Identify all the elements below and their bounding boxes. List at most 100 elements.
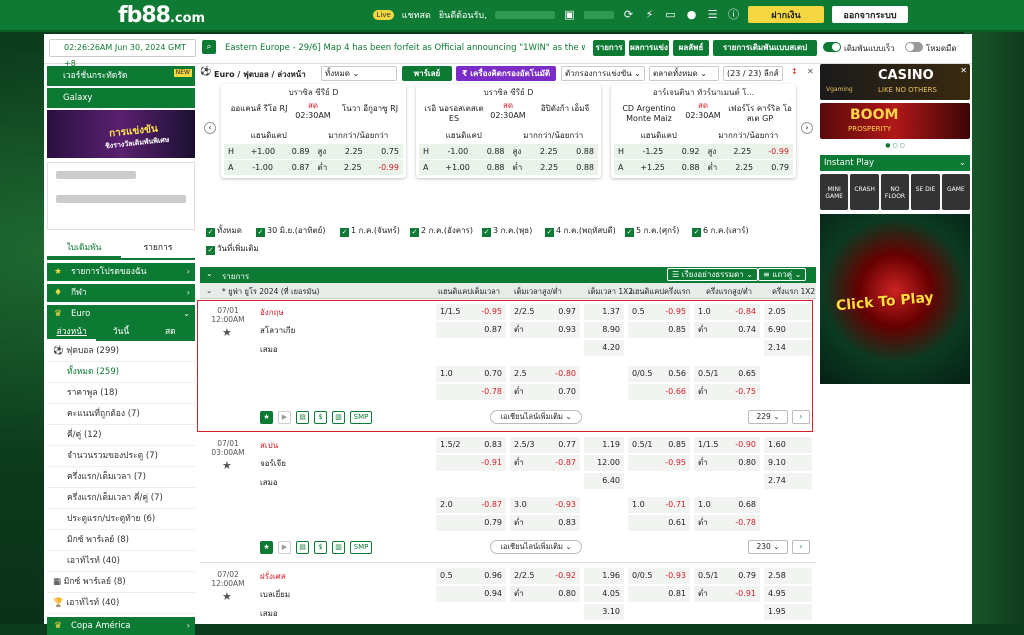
- odds-cell[interactable]: 4.05: [584, 586, 624, 602]
- stats-table-icon[interactable]: ▤: [296, 541, 309, 554]
- date-filter-wed[interactable]: ✓ 3 ก.ค.(พุธ): [482, 224, 532, 237]
- euro-section[interactable]: ♛ Euro ⌄: [47, 305, 195, 323]
- sort-dropdown[interactable]: ☰ เรียงอย่างธรรมดา ⌄: [667, 268, 758, 281]
- game-tile[interactable]: SE DIE: [911, 174, 940, 210]
- league-count[interactable]: (23 / 23) ลีกส์: [723, 66, 783, 81]
- odds-cell[interactable]: 1.0 -0.71: [628, 497, 690, 513]
- results-button[interactable]: ผลการแข่ง: [629, 40, 669, 56]
- chevron-left-icon[interactable]: ‹: [204, 122, 216, 134]
- chat-link[interactable]: แชทสด: [402, 8, 431, 22]
- casino-banner[interactable]: Vgaming CASINO LIKE NO OTHERS ✕: [820, 64, 970, 100]
- live-card-2[interactable]: บราซิล ซีรีย์ D เรอิ นอรอสเตสเต ES สด 02:3…: [416, 84, 601, 178]
- chart-icon[interactable]: ▥: [332, 541, 345, 554]
- sidebar-item-correct-score[interactable]: คะแนนที่ถูกต้อง (7): [47, 404, 195, 425]
- date-filter-thu[interactable]: ✓ 4 ก.ค.(พฤหัสบดี): [545, 224, 616, 237]
- odds-cell[interactable]: 0/0.5 -0.93: [628, 568, 690, 584]
- date-filter-tue[interactable]: ✓ 2 ก.ค.(อังคาร): [410, 224, 473, 237]
- user-icon[interactable]: ●: [685, 8, 698, 21]
- odds-cell[interactable]: ต่ำ -0.91: [694, 586, 760, 602]
- chevron-right-icon[interactable]: ›: [801, 122, 813, 134]
- sidebar-item-odd-even[interactable]: คี่/คู่ (12): [47, 425, 195, 446]
- app-icon[interactable]: ▭: [664, 8, 677, 21]
- game-tile[interactable]: GAME: [941, 174, 971, 210]
- odds-cell[interactable]: 6.40: [584, 473, 624, 489]
- close-icon[interactable]: ✕: [807, 67, 814, 76]
- match-filter-dropdown[interactable]: ตัวกรองการแข่งขัน ⌄: [561, 66, 645, 81]
- odds-cell[interactable]: 1.19: [584, 437, 624, 453]
- date-filter-sun[interactable]: ✓ 30 มิ.ย.(อาทิตย์): [256, 224, 325, 237]
- odds-cell[interactable]: ต่ำ 0.80: [510, 586, 580, 602]
- game-tile[interactable]: CRASH: [850, 174, 879, 210]
- odds-cell[interactable]: -0.95: [628, 455, 690, 471]
- search-icon[interactable]: ⌕: [202, 40, 216, 54]
- odds-cell[interactable]: ต่ำ 0.80: [694, 455, 760, 471]
- live-card-3[interactable]: อาร์เจนตินา ทัวร์นาเมนต์ โ... CD Argenti…: [611, 84, 796, 178]
- odds-cell[interactable]: 0.94: [436, 586, 506, 602]
- odds-cell[interactable]: 1.0 0.68: [694, 497, 760, 513]
- deposit-button[interactable]: ฝากเงิน: [748, 6, 824, 23]
- sidebar-item-football[interactable]: ⚽ ฟุตบอล (299): [47, 341, 195, 362]
- chat-badge[interactable]: Live: [373, 9, 394, 20]
- collapse-icon[interactable]: ⌄: [206, 269, 213, 278]
- copa-america-section[interactable]: ♛ Copa América ›: [47, 617, 195, 635]
- view-dropdown[interactable]: ≡ แถวคู่ ⌄: [758, 268, 807, 281]
- odds-cell[interactable]: 1.95: [764, 604, 812, 620]
- logout-button[interactable]: ออกจากระบบ: [832, 6, 908, 23]
- sidebar-item-all[interactable]: ทั้งหมด (259): [47, 362, 195, 383]
- smp-button[interactable]: SMP: [350, 541, 372, 554]
- date-filter-mon[interactable]: ✓ 1 ก.ค.(จันทร์): [340, 224, 400, 237]
- chevron-right-icon[interactable]: ›: [792, 540, 810, 554]
- odds-cell[interactable]: 1.96: [584, 568, 624, 584]
- boom-banner[interactable]: BOOM PROSPERITY: [820, 103, 970, 139]
- odds-cell[interactable]: ต่ำ 0.83: [510, 515, 580, 531]
- favorite-icon[interactable]: ★: [260, 541, 273, 554]
- sidebar-item-outright[interactable]: 🏆 เอาท์ไรท์ (40): [47, 593, 195, 614]
- odds-cell[interactable]: ต่ำ -0.78: [694, 515, 760, 531]
- game-tile[interactable]: NO FLOOR: [880, 174, 910, 210]
- live-card-1[interactable]: บราซิล ซีรีย์ D ออแคนส์ รีโอ RJ สด 02:30AM…: [221, 84, 406, 178]
- odds-cell[interactable]: 9.10: [764, 455, 812, 471]
- odds-cell[interactable]: -0.91: [436, 455, 506, 471]
- odds-cell[interactable]: 0.79: [436, 515, 506, 531]
- odds-cell[interactable]: 12.00: [584, 455, 624, 471]
- transfer-icon[interactable]: ⚡: [643, 8, 656, 21]
- odds-cell[interactable]: 0.5 0.96: [436, 568, 506, 584]
- close-icon[interactable]: ✕: [960, 66, 967, 75]
- settings-icon[interactable]: ☰: [706, 8, 719, 21]
- odds-cell[interactable]: 2/2.5 -0.92: [510, 568, 580, 584]
- favorites-section[interactable]: ★ รายการโปรดของฉัน ›: [47, 263, 195, 281]
- tab-early[interactable]: ล่วงหน้า: [47, 323, 97, 341]
- more-markets-count[interactable]: 230 ⌄: [748, 540, 788, 554]
- parlay-button[interactable]: พาร์เลย์: [402, 66, 452, 81]
- bet-list-button[interactable]: รายการเดิมพันแบบสเตป: [713, 40, 817, 56]
- game-tile[interactable]: MINI GAME: [820, 174, 849, 210]
- list-button[interactable]: รายการ: [593, 40, 625, 56]
- odds-cell[interactable]: ต่ำ -0.87: [510, 455, 580, 471]
- wallet-icon[interactable]: ▣: [563, 8, 576, 21]
- refresh-icon[interactable]: ⟳: [622, 8, 635, 21]
- collapse-league-icon[interactable]: ⌄: [206, 286, 212, 295]
- sidebar-item-pool[interactable]: ราคาพูล (18): [47, 383, 195, 404]
- date-filter-more[interactable]: ✓ วันที่เพิ่มเติม: [206, 242, 259, 255]
- dark-mode-toggle[interactable]: [905, 42, 923, 52]
- quick-bet-toggle[interactable]: [823, 42, 841, 52]
- odds-cell[interactable]: 2.58: [764, 568, 812, 584]
- odds-cell[interactable]: 1.60: [764, 437, 812, 453]
- odds-cell[interactable]: 1/1.5 -0.90: [694, 437, 760, 453]
- more-lines-button[interactable]: เอเชียนไลน์เพิ่มเติม ⌄: [490, 540, 582, 554]
- cashout-icon[interactable]: $: [314, 541, 327, 554]
- compact-version-banner[interactable]: เวอร์ชั่นกระทัดรัด NEW: [47, 66, 195, 86]
- market-dropdown[interactable]: ตลาดทั้งหมด ⌄: [649, 66, 719, 81]
- odds-cell[interactable]: 0.5/1 0.85: [628, 437, 690, 453]
- sort-icon[interactable]: ↕: [791, 67, 798, 76]
- tab-my-list[interactable]: รายการ: [121, 238, 195, 258]
- odds-cell[interactable]: 4.95: [764, 586, 812, 602]
- site-logo[interactable]: fb88.com: [118, 3, 205, 28]
- sidebar-item-first-last-goal[interactable]: ประตูแรก/ประตูท้าย (6): [47, 509, 195, 530]
- odds-cell[interactable]: 2.74: [764, 473, 812, 489]
- tab-today[interactable]: วันนี้: [96, 323, 145, 341]
- sidebar-item-mix-parlay[interactable]: ▦ มิกซ์ พาร์เลย์ (8): [47, 572, 195, 593]
- odds-cell[interactable]: 0.5/1 0.79: [694, 568, 760, 584]
- odds-cell[interactable]: 0.81: [628, 586, 690, 602]
- promo-banner[interactable]: การแข่งขัน ชิงรางวัลเดิมพันพิเศษ: [47, 110, 195, 158]
